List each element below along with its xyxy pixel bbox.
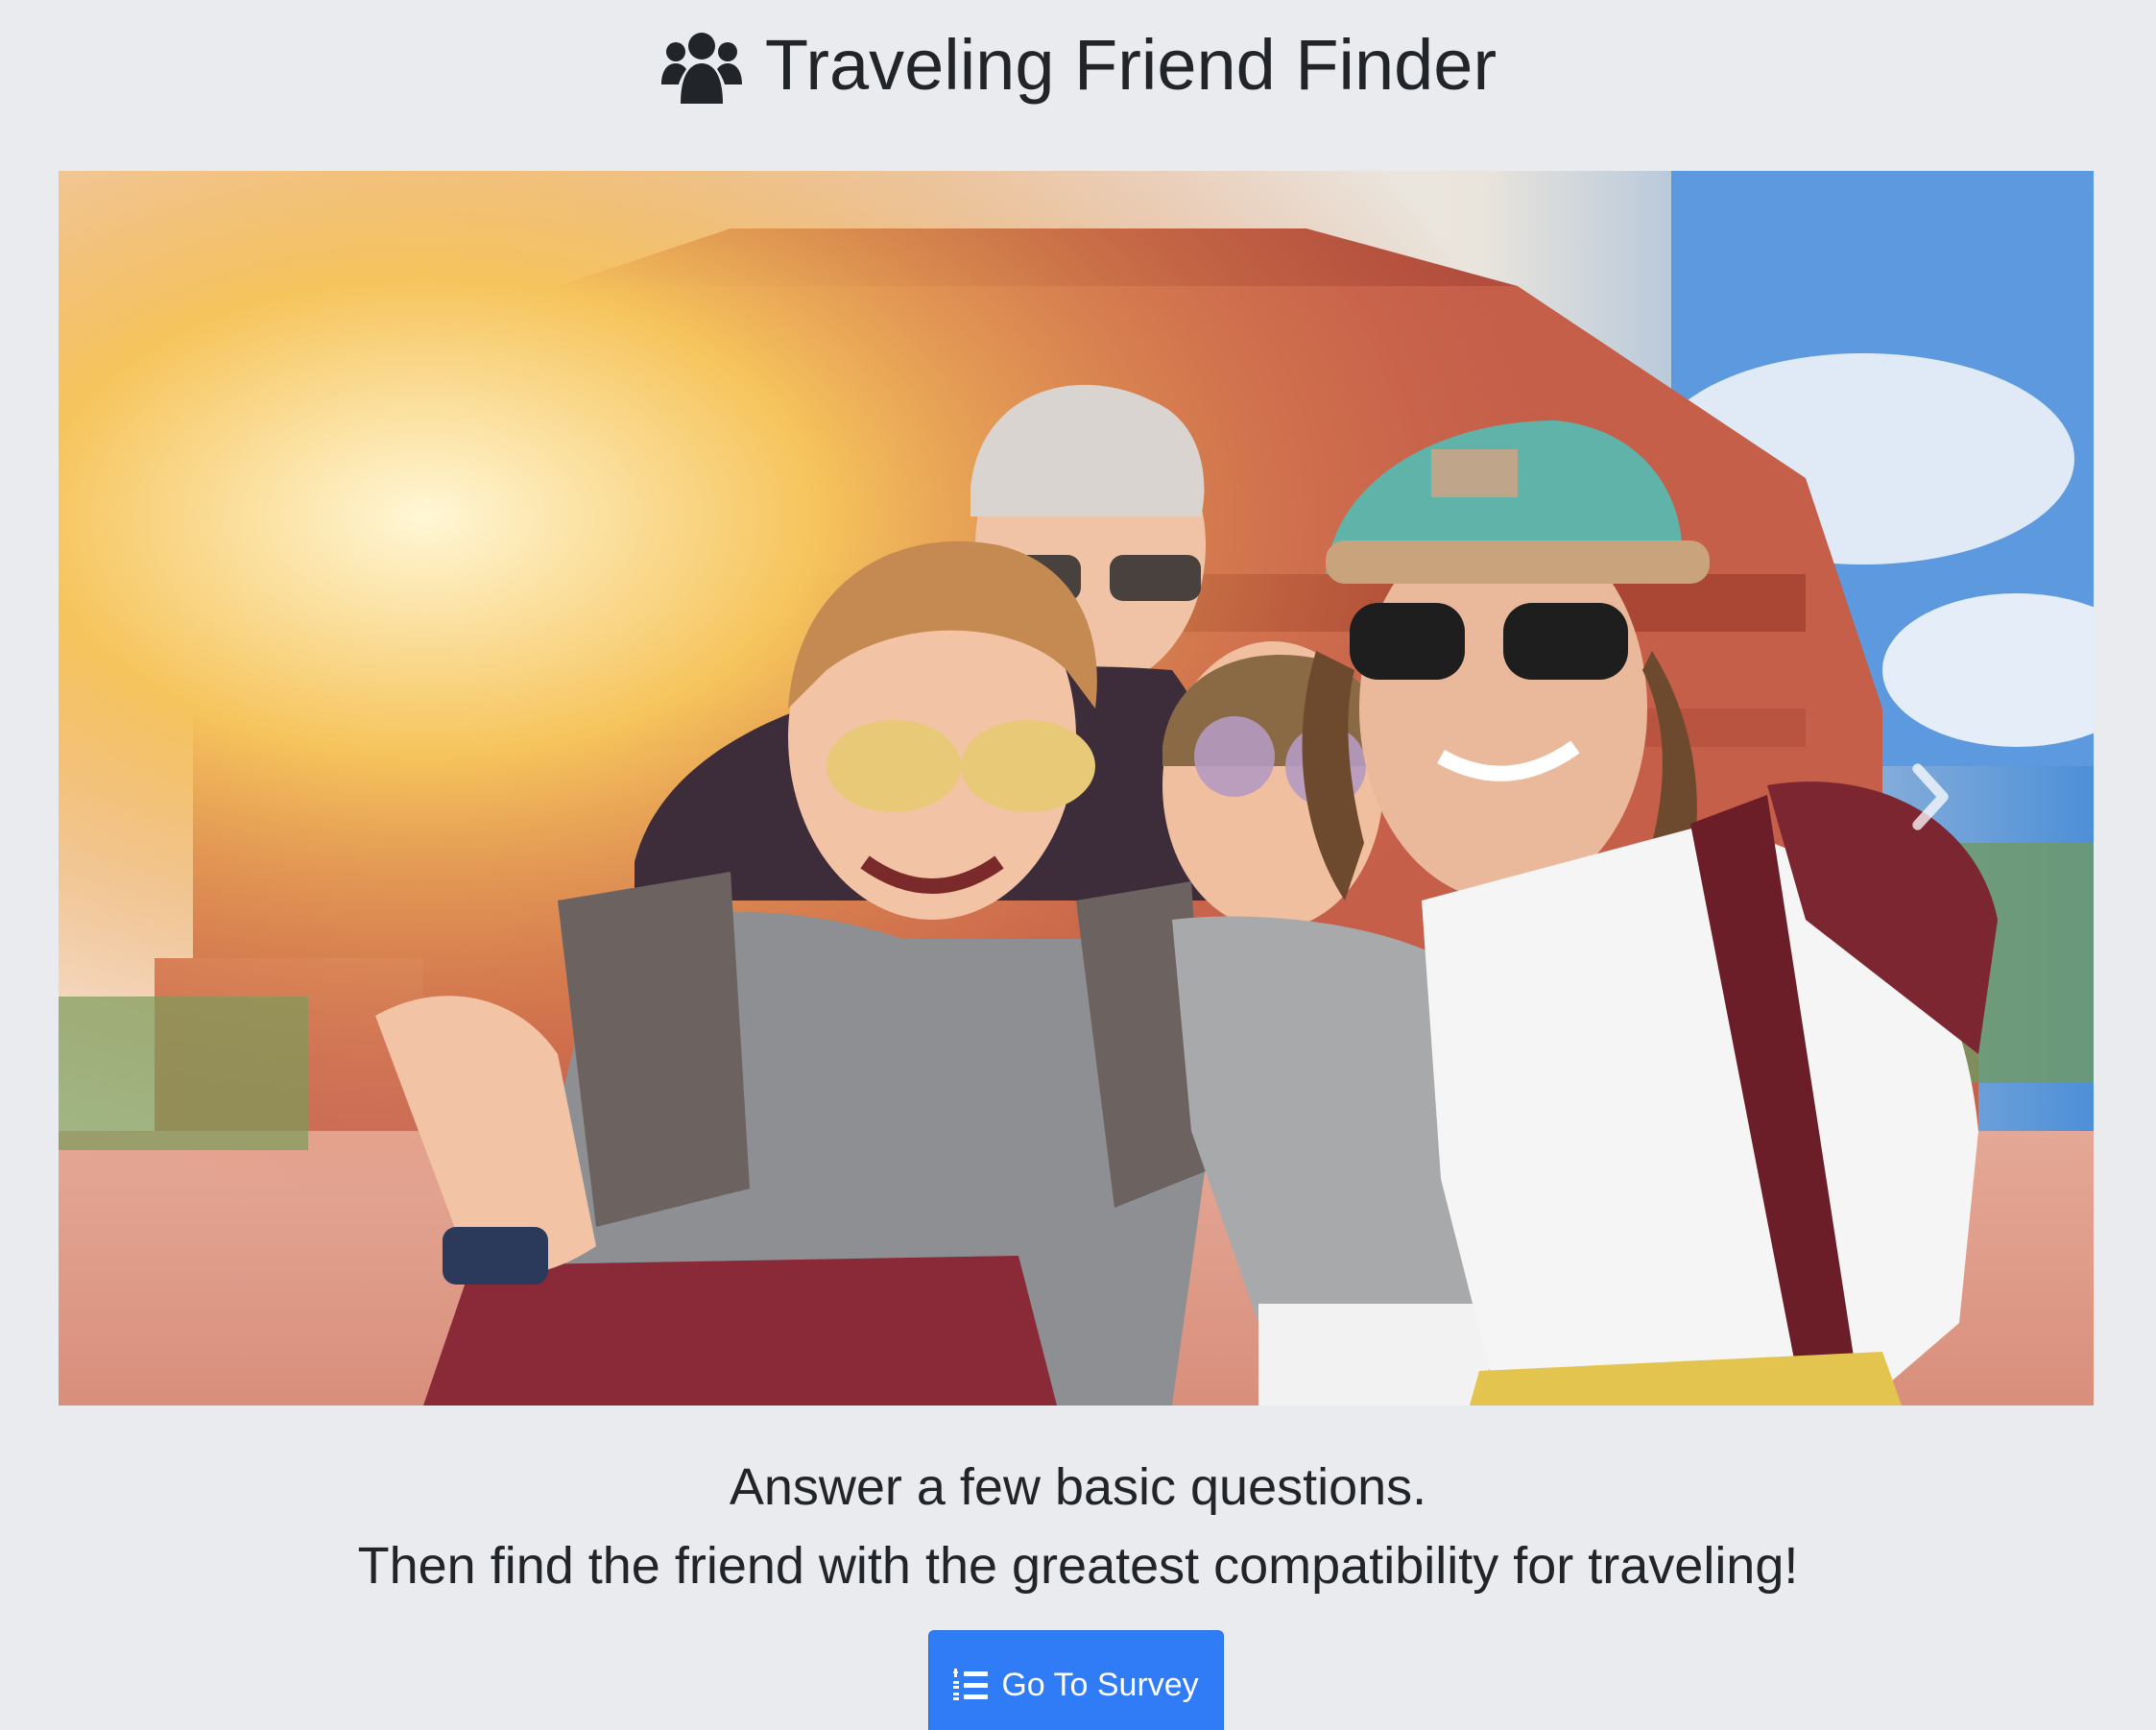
carousel-next-button[interactable] xyxy=(1902,758,1959,835)
go-to-survey-button[interactable]: Go To Survey xyxy=(928,1630,1224,1730)
hero-image xyxy=(59,171,2094,1406)
users-icon xyxy=(660,33,742,104)
intro-line-1: Answer a few basic questions. xyxy=(729,1458,1427,1516)
chevron-right-icon xyxy=(1912,763,1949,830)
hero-carousel[interactable] xyxy=(59,171,2094,1406)
list-ol-icon xyxy=(953,1669,989,1700)
page: Traveling Friend Finder Answer a few bas… xyxy=(0,0,2156,1730)
intro-line-2: Then find the friend with the greatest c… xyxy=(357,1537,1799,1595)
page-title: Traveling Friend Finder xyxy=(764,25,1497,105)
go-to-survey-label: Go To Survey xyxy=(1001,1666,1199,1703)
page-header: Traveling Friend Finder xyxy=(0,17,2156,113)
